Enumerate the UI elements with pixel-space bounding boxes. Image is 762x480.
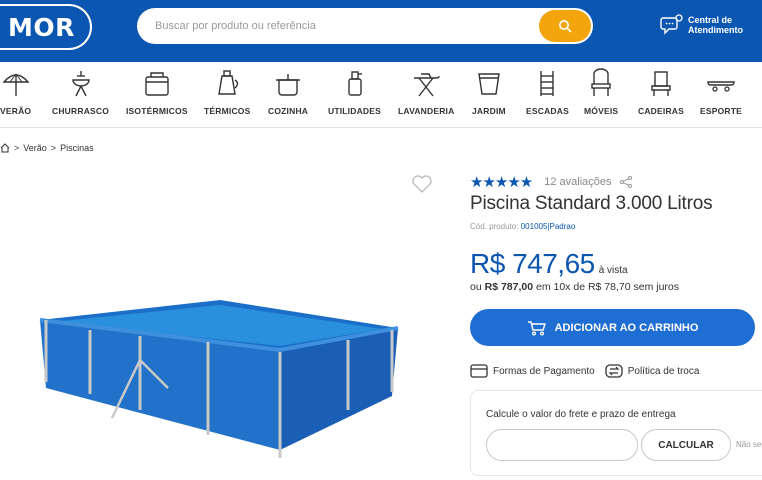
category-label: TÉRMICOS xyxy=(204,106,251,116)
breadcrumb-item[interactable]: Piscinas xyxy=(60,143,94,153)
search-button[interactable] xyxy=(539,10,591,42)
category-isotermicos[interactable]: ISOTÉRMICOS xyxy=(126,68,188,116)
category-moveis[interactable]: MÓVEIS xyxy=(584,68,618,116)
install-full: R$ 787,00 xyxy=(484,281,534,293)
category-label: ESCADAS xyxy=(526,106,569,116)
beach-chair-icon xyxy=(651,71,671,96)
product-title: Piscina Standard 3.000 Litros xyxy=(470,193,713,214)
price-value: R$ 747,65 xyxy=(470,248,595,279)
help-line-1: Central de xyxy=(688,15,733,25)
rating-stars[interactable]: ★★★★★ xyxy=(470,173,533,191)
install-prefix: ou xyxy=(470,281,482,293)
chair-icon xyxy=(591,68,611,96)
category-utilidades[interactable]: UTILIDADES xyxy=(328,68,381,116)
category-label: VERÃO xyxy=(0,106,32,116)
price-suffix: à vista xyxy=(598,265,628,276)
grill-icon xyxy=(71,71,90,97)
reviews-count[interactable]: 12 avaliações xyxy=(544,176,611,188)
category-label: ISOTÉRMICOS xyxy=(126,106,188,116)
price: R$ 747,65 à vista xyxy=(470,248,628,280)
skateboard-icon xyxy=(707,81,735,92)
category-esporte[interactable]: ESPORTE xyxy=(700,68,742,116)
cooler-icon xyxy=(145,72,169,96)
card-icon xyxy=(470,364,488,378)
cart-label: ADICIONAR AO CARRINHO xyxy=(554,321,699,334)
breadcrumb: > Verão > Piscinas xyxy=(0,143,94,153)
sku-value[interactable]: 001005|Padrao xyxy=(521,222,576,231)
category-verao[interactable]: VERÃO xyxy=(0,68,31,116)
freight-calculator: Calcule o valor do frete e prazo de entr… xyxy=(470,390,762,476)
category-churrasco[interactable]: CHURRASCO xyxy=(52,68,109,116)
category-lavanderia[interactable]: LAVANDERIA xyxy=(398,68,454,116)
logo-text: MOR xyxy=(8,12,75,42)
thermos-icon xyxy=(218,70,239,95)
customer-service-link[interactable]: Central de Atendimento xyxy=(660,14,743,36)
category-termicos[interactable]: TÉRMICOS xyxy=(204,68,250,116)
unknown-cep-link[interactable]: Não sei xyxy=(736,440,762,449)
category-label: COZINHA xyxy=(268,106,309,116)
header: MOR Central de Atendimento xyxy=(0,0,762,62)
category-label: ESPORTE xyxy=(700,106,743,116)
category-escadas[interactable]: ESCADAS xyxy=(526,68,569,116)
category-nav: VERÃO CHURRASCO ISOTÉRMICOS TÉRMICOS COZ… xyxy=(0,62,762,128)
help-text: Central de Atendimento xyxy=(688,15,743,35)
exchange-icon xyxy=(605,364,623,378)
category-label: LAVANDERIA xyxy=(398,106,455,116)
exchange-label: Política de troca xyxy=(627,365,700,377)
freight-title: Calcule o valor do frete e prazo de entr… xyxy=(486,409,676,420)
payment-label: Formas de Pagamento xyxy=(493,365,595,377)
breadcrumb-separator: > xyxy=(50,143,57,153)
breadcrumb-item[interactable]: Verão xyxy=(23,143,47,153)
cart-icon xyxy=(527,320,546,336)
search-icon xyxy=(559,20,572,33)
sku-label: Cód. produto: xyxy=(470,222,519,231)
payment-methods-link[interactable]: Formas de Pagamento xyxy=(470,364,595,378)
ironing-board-icon xyxy=(414,73,440,97)
category-label: CADEIRAS xyxy=(638,106,684,116)
share-icon[interactable] xyxy=(619,176,632,188)
home-icon[interactable] xyxy=(0,143,10,153)
category-cozinha[interactable]: COZINHA xyxy=(268,68,308,116)
category-label: UTILIDADES xyxy=(328,106,381,116)
breadcrumb-separator: > xyxy=(14,143,20,153)
category-cadeiras[interactable]: CADEIRAS xyxy=(638,68,684,116)
ladder-icon xyxy=(540,71,555,96)
category-label: MÓVEIS xyxy=(584,106,619,116)
search-bar xyxy=(137,8,593,44)
category-label: CHURRASCO xyxy=(52,106,110,116)
info-links: Formas de Pagamento Política de troca xyxy=(470,364,709,378)
spray-bottle-icon xyxy=(347,71,362,96)
add-to-cart-button[interactable]: ADICIONAR AO CARRINHO xyxy=(470,309,755,346)
logo[interactable]: MOR xyxy=(0,4,92,50)
pot-icon xyxy=(276,74,301,96)
exchange-policy-link[interactable]: Política de troca xyxy=(605,364,700,378)
product-code: Cód. produto: 001005|Padrao xyxy=(470,222,575,231)
umbrella-icon xyxy=(2,73,30,96)
category-label: JARDIM xyxy=(472,106,506,116)
heart-icon[interactable] xyxy=(411,174,433,194)
flower-pot-icon xyxy=(478,73,500,95)
search-input[interactable] xyxy=(155,8,535,44)
install-rest: em 10x de R$ 78,70 sem juros xyxy=(536,281,679,293)
installments: ou R$ 787,00 em 10x de R$ 78,70 sem juro… xyxy=(470,281,679,293)
category-jardim[interactable]: JARDIM xyxy=(472,68,506,116)
help-line-2: Atendimento xyxy=(688,25,743,35)
chat-bubble-icon xyxy=(660,14,683,35)
rating: ★★★★★ 12 avaliações xyxy=(470,173,632,191)
cep-input[interactable] xyxy=(486,429,638,461)
calculate-button[interactable]: CALCULAR xyxy=(641,429,731,461)
product-image xyxy=(39,300,399,458)
